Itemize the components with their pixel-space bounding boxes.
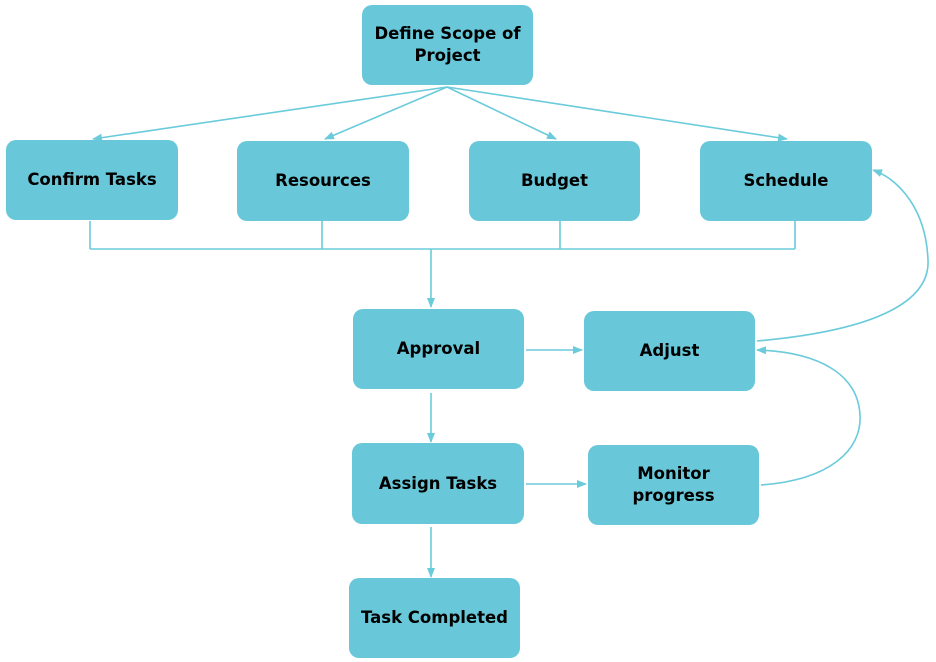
node-adjust: Adjust [584, 311, 755, 391]
arrow-monitor-adjust [756, 346, 861, 486]
merge-bracket [89, 221, 796, 250]
node-budget: Budget [469, 141, 640, 221]
node-define-scope: Define Scope of Project [362, 5, 533, 85]
node-task-completed: Task Completed [349, 578, 520, 658]
arrow-define-confirm [92, 86, 448, 142]
arrow-define-resources [324, 86, 448, 140]
node-monitor-progress: Monitor progress [588, 445, 759, 525]
arrow-define-schedule [446, 86, 788, 142]
node-approval: Approval [353, 309, 524, 389]
node-resources: Resources [237, 141, 409, 221]
node-schedule: Schedule [700, 141, 872, 221]
node-confirm-tasks: Confirm Tasks [6, 140, 178, 220]
node-assign-tasks: Assign Tasks [352, 443, 524, 524]
